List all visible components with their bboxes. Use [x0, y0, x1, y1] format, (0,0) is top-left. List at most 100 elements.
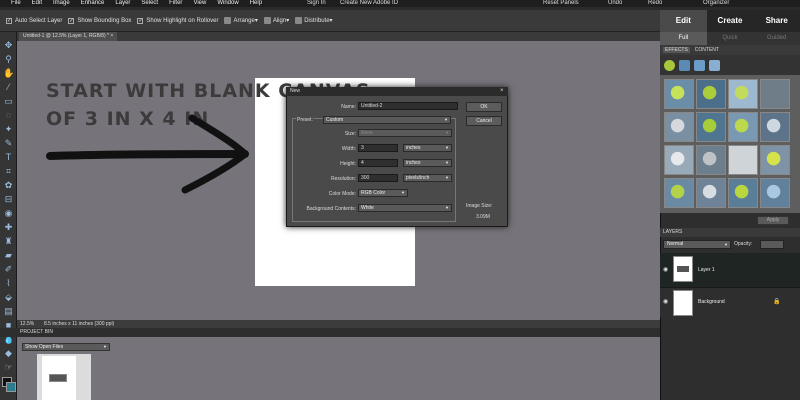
height-unit-select[interactable]: inches ▼ [403, 159, 452, 167]
cancel-button[interactable]: Cancel [466, 116, 502, 126]
brush-selection-tool-icon[interactable]: ✎ [3, 138, 14, 148]
layers-panel-header[interactable]: LAYERS [660, 228, 800, 237]
red-eye-tool-icon[interactable]: ◉ [3, 208, 14, 218]
menu-layer[interactable]: Layer [115, 0, 130, 7]
document-tab[interactable]: Untitled-1 @ 12.5% (Layer 1, RGB/8) * × [19, 32, 118, 41]
effect-thumbnail[interactable] [664, 178, 694, 208]
eyedropper-tool-icon[interactable]: ⁄ [3, 82, 14, 92]
project-bin-header[interactable]: PROJECT BIN [0, 328, 660, 337]
effect-thumbnail[interactable] [696, 145, 726, 175]
create-id-link[interactable]: Create New Adobe ID [340, 0, 398, 7]
move-tool-icon[interactable]: ✥ [3, 40, 14, 50]
color-mode-select[interactable]: RGB Color ▼ [358, 189, 408, 197]
cookie-cutter-tool-icon[interactable]: ✿ [3, 180, 14, 190]
effect-thumbnail[interactable] [728, 79, 758, 109]
close-icon[interactable]: × [500, 87, 504, 96]
reset-panels-button[interactable]: Reset Panels [543, 0, 579, 7]
effect-thumbnail[interactable] [760, 145, 790, 175]
effect-thumbnail[interactable] [696, 178, 726, 208]
paint-bucket-tool-icon[interactable]: ⬙ [3, 292, 14, 302]
sponge-tool-icon[interactable]: ◆ [3, 348, 14, 358]
distribute-menu[interactable]: Distribute ▾ [295, 17, 333, 24]
opacity-input[interactable] [760, 240, 784, 249]
arrange-menu[interactable]: Arrange ▾ [224, 17, 258, 24]
resolution-unit-select[interactable]: pixels/inch ▼ [403, 174, 452, 182]
organizer-button[interactable]: Organizer [703, 0, 729, 7]
photo-effects-icon[interactable] [694, 59, 705, 71]
effect-thumbnail[interactable] [696, 112, 726, 142]
preset-select[interactable]: Custom ▼ [323, 116, 451, 124]
tab-share[interactable]: Share [753, 10, 800, 32]
effect-thumbnail[interactable] [696, 79, 726, 109]
effect-thumbnail[interactable] [664, 79, 694, 109]
sign-in-link[interactable]: Sign In [307, 0, 326, 7]
smudge-tool-icon[interactable]: ☞ [3, 362, 14, 372]
background-contents-select[interactable]: White ▼ [358, 204, 452, 212]
highlight-option[interactable]: ✓ Show Highlight on Rollover [137, 17, 218, 24]
tab-create[interactable]: Create [707, 10, 754, 32]
height-input[interactable]: 4 [358, 159, 398, 167]
tab-edit[interactable]: Edit [660, 10, 707, 32]
menu-image[interactable]: Image [53, 0, 70, 7]
apply-button[interactable]: Apply [757, 216, 789, 225]
background-color-swatch[interactable] [6, 382, 16, 392]
tab-effects[interactable]: EFFECTS [663, 47, 690, 53]
tab-guided[interactable]: Guided [753, 32, 800, 45]
effect-thumbnail[interactable] [760, 112, 790, 142]
all-effects-icon[interactable] [709, 59, 720, 71]
layer-name[interactable]: Background [698, 299, 725, 305]
lasso-tool-icon[interactable]: ◌ [3, 110, 14, 120]
width-input[interactable]: 3 [358, 144, 398, 152]
layer-row[interactable]: ◉ Background 🔒 [660, 287, 800, 317]
project-bin-select[interactable]: Show Open Files ▼ [22, 343, 110, 351]
menu-select[interactable]: Select [141, 0, 158, 7]
filters-icon[interactable] [664, 59, 675, 71]
zoom-level[interactable]: 12.5% [20, 320, 34, 328]
auto-select-option[interactable]: ✓ Auto Select Layer [6, 17, 62, 24]
tab-content[interactable]: CONTENT [693, 47, 721, 53]
effect-thumbnail[interactable] [664, 145, 694, 175]
effect-thumbnail[interactable] [664, 112, 694, 142]
crop-tool-icon[interactable]: ⌗ [3, 166, 14, 176]
brush-tool-icon[interactable]: ⌇ [3, 278, 14, 288]
layer-name[interactable]: Layer 1 [698, 267, 715, 273]
ok-button[interactable]: OK [466, 102, 502, 112]
effect-thumbnail[interactable] [760, 79, 790, 109]
effect-thumbnail[interactable] [760, 178, 790, 208]
menu-enhance[interactable]: Enhance [81, 0, 105, 7]
undo-button[interactable]: Undo [608, 0, 622, 7]
tab-full[interactable]: Full [660, 32, 707, 45]
close-icon[interactable]: × [110, 33, 113, 39]
healing-tool-icon[interactable]: ✚ [3, 222, 14, 232]
magic-wand-tool-icon[interactable]: ✦ [3, 124, 14, 134]
menu-edit[interactable]: Edit [32, 0, 42, 7]
redo-button[interactable]: Redo [648, 0, 662, 7]
width-unit-select[interactable]: inches ▼ [403, 144, 452, 152]
layer-styles-icon[interactable] [679, 59, 690, 71]
effect-thumbnail[interactable] [728, 145, 758, 175]
eraser-tool-icon[interactable]: ▰ [3, 250, 14, 260]
menu-filter[interactable]: Filter [169, 0, 182, 7]
zoom-tool-icon[interactable]: ⚲ [3, 54, 14, 64]
bounding-box-option[interactable]: ✓ Show Bounding Box [68, 17, 131, 24]
menu-file[interactable]: File [11, 0, 21, 7]
align-menu[interactable]: Align ▾ [263, 17, 289, 24]
tab-quick[interactable]: Quick [707, 32, 754, 45]
resolution-input[interactable]: 300 [358, 174, 398, 182]
visibility-eye-icon[interactable]: ◉ [663, 266, 668, 273]
effect-thumbnail[interactable] [728, 112, 758, 142]
menu-help[interactable]: Help [250, 0, 262, 7]
type-tool-icon[interactable]: T [3, 152, 14, 162]
effect-thumbnail[interactable] [728, 178, 758, 208]
clone-stamp-tool-icon[interactable]: ♜ [3, 236, 14, 246]
menu-view[interactable]: View [193, 0, 206, 7]
blend-mode-select[interactable]: Normal ▼ [663, 240, 731, 249]
menu-window[interactable]: Window [217, 0, 238, 7]
marquee-tool-icon[interactable]: ▭ [3, 96, 14, 106]
straighten-tool-icon[interactable]: ⊟ [3, 194, 14, 204]
name-input[interactable]: Untitled-2 [358, 102, 458, 110]
gradient-tool-icon[interactable]: ▤ [3, 306, 14, 316]
pencil-tool-icon[interactable]: ✐ [3, 264, 14, 274]
layer-row[interactable]: ◉ Layer 1 [660, 253, 800, 287]
hand-tool-icon[interactable]: ✋ [3, 68, 14, 78]
